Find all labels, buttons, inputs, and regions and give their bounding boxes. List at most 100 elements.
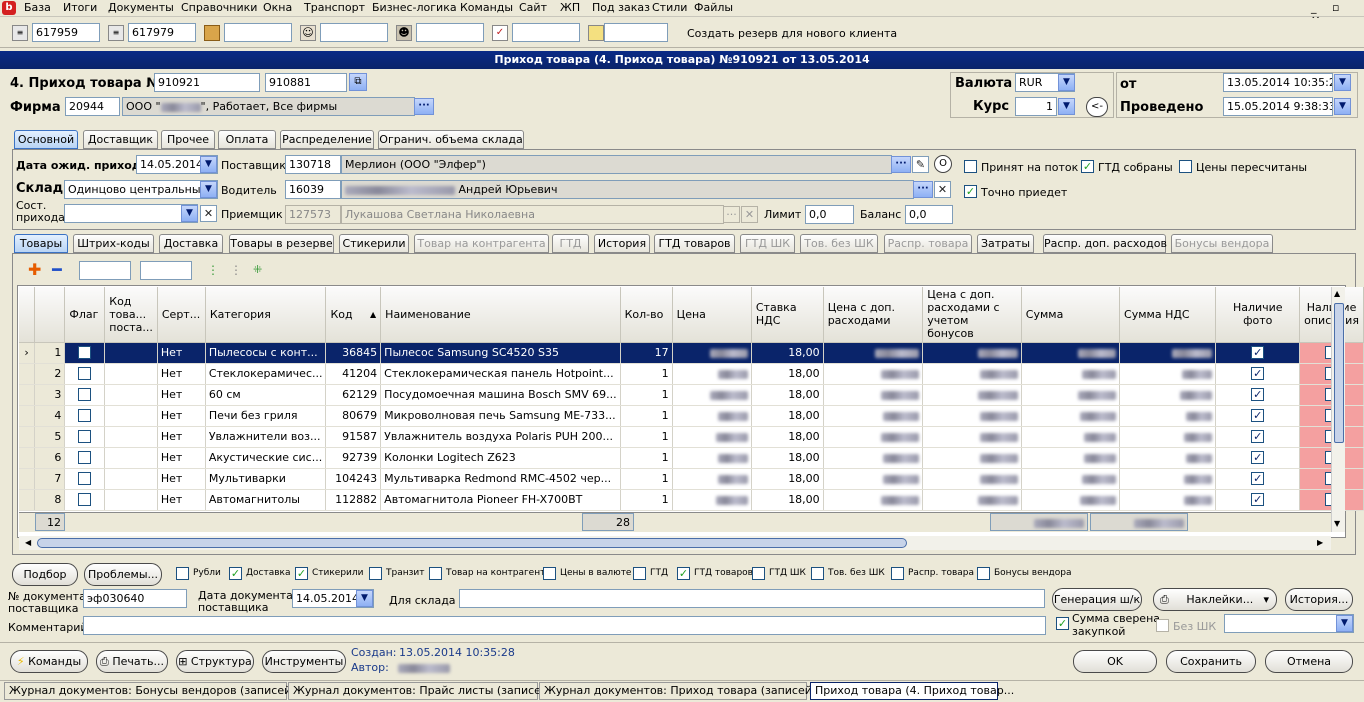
sub-tab[interactable]: Доставка	[159, 234, 223, 253]
column-header[interactable]: Сумма НДС	[1119, 287, 1217, 343]
table-row[interactable]: 2 Нет Стеклокерамичес... 41204 Стеклокерамич…	[19, 363, 1364, 385]
receiver-code-input[interactable]: 127573	[285, 205, 341, 224]
cell-price-bonus[interactable]	[922, 384, 1022, 406]
toolbar-field-1[interactable]: 617959	[32, 23, 100, 42]
bottom-select[interactable]	[1224, 614, 1354, 633]
sub-tab[interactable]: Штрих-коды	[73, 234, 154, 253]
flag-checkbox[interactable]	[78, 367, 92, 381]
sub-tab[interactable]: Товары	[14, 234, 68, 253]
cell-vat-rate[interactable]: 18,00	[751, 426, 824, 448]
ok-button[interactable]: OK	[1073, 650, 1157, 673]
grid-filter-2[interactable]	[140, 261, 192, 280]
driver-clear-icon[interactable]: ✕	[934, 181, 951, 198]
cell-cert[interactable]: Нет	[157, 426, 206, 448]
cell-sum[interactable]	[1021, 447, 1121, 469]
cell-code[interactable]: 80679	[325, 405, 382, 427]
print-button[interactable]: ⎙ Печать...	[96, 650, 168, 673]
photo-checkbox[interactable]: ✓	[1251, 451, 1265, 465]
state-clear-icon[interactable]: ✕	[200, 205, 217, 222]
sub-tab[interactable]: Тов. без ШК	[800, 234, 878, 253]
photo-checkbox[interactable]: ✓	[1251, 367, 1265, 381]
cell-category[interactable]: Акустические сис...	[205, 447, 327, 469]
cell-flag[interactable]	[64, 468, 106, 490]
cell-price[interactable]	[672, 342, 752, 364]
flag-checkbox[interactable]	[78, 493, 92, 507]
cell-sum-vat[interactable]	[1119, 489, 1217, 511]
from-date-input[interactable]: 13.05.2014 10:35:28	[1223, 73, 1333, 92]
table-row[interactable]: 7 Нет Мультиварки 104243 Мультиварка Redmond…	[19, 468, 1364, 490]
cell-price-extra[interactable]	[823, 447, 924, 469]
cell-category[interactable]: Увлажнители воз...	[205, 426, 327, 448]
bottom-select-dropdown-icon[interactable]: ▼	[1336, 615, 1353, 632]
arrive-checkbox[interactable]: ✓	[964, 185, 977, 198]
bottom-checkbox[interactable]: ✓	[295, 567, 308, 580]
cell-supplier-code[interactable]	[104, 447, 158, 469]
column-header[interactable]: Кол-во	[620, 287, 673, 343]
cell-sum[interactable]	[1021, 384, 1121, 406]
balance-input[interactable]: 0,0	[905, 205, 953, 224]
bottom-checkbox[interactable]	[811, 567, 824, 580]
add-row-icon[interactable]: ✚	[28, 262, 41, 278]
column-header[interactable]: Код ▲	[325, 287, 382, 343]
save-button[interactable]: Сохранить	[1166, 650, 1256, 673]
vscroll-thumb[interactable]	[1334, 303, 1344, 443]
cell-has-photo[interactable]: ✓	[1215, 363, 1301, 385]
top-tab[interactable]: Доставщик	[83, 130, 158, 149]
cell-has-photo[interactable]: ✓	[1215, 426, 1301, 448]
flag-checkbox[interactable]	[78, 388, 92, 402]
column-header[interactable]: Наименование	[380, 287, 621, 343]
cell-vat-rate[interactable]: 18,00	[751, 489, 824, 511]
cell-sum-vat[interactable]	[1119, 342, 1217, 364]
cell-price[interactable]	[672, 489, 752, 511]
supplier-circle-button[interactable]: O	[934, 155, 952, 173]
cell-sum-vat[interactable]	[1119, 363, 1217, 385]
cell-flag[interactable]	[64, 342, 106, 364]
cell-sum[interactable]	[1021, 363, 1121, 385]
column-header[interactable]: Сумма	[1021, 287, 1121, 343]
note-icon[interactable]	[588, 25, 604, 41]
menu-item[interactable]: Сайт	[519, 1, 547, 14]
doc2-icon[interactable]: ≡	[108, 25, 124, 41]
receiver-lookup-button[interactable]: ···	[723, 206, 740, 223]
cell-price-bonus[interactable]	[922, 447, 1022, 469]
cell-qty[interactable]: 1	[620, 363, 673, 385]
cell-category[interactable]: Печи без гриля	[205, 405, 327, 427]
limit-input[interactable]: 0,0	[805, 205, 854, 224]
cell-sum-vat[interactable]	[1119, 447, 1217, 469]
flag-checkbox[interactable]	[78, 409, 92, 423]
cell-cert[interactable]: Нет	[157, 489, 206, 511]
cell-supplier-code[interactable]	[104, 363, 158, 385]
select-button[interactable]: Подбор	[12, 563, 78, 586]
tree-all-icon[interactable]: ⁜	[253, 262, 262, 278]
bottom-checkbox[interactable]: ✓	[229, 567, 242, 580]
rate-back-button[interactable]: <-	[1086, 97, 1108, 117]
driver-code-input[interactable]: 16039	[285, 180, 341, 199]
table-row[interactable]: 4 Нет Печи без гриля 80679 Микроволновая печ…	[19, 405, 1364, 427]
create-reserve-label[interactable]: Создать резерв для нового клиента	[687, 27, 897, 40]
cell-sum-vat[interactable]	[1119, 426, 1217, 448]
toolbar-field-6[interactable]	[512, 23, 580, 42]
status-item[interactable]: Приход товара (4. Приход товар...	[810, 682, 1014, 700]
cell-name[interactable]: Колонки Logitech Z623	[380, 447, 621, 469]
labels-button[interactable]: ⎙ Наклейки... ▾	[1153, 588, 1277, 611]
supplier-doc-input[interactable]: эф030640	[83, 589, 187, 608]
gtd-collected-checkbox[interactable]: ✓	[1081, 160, 1094, 173]
column-header[interactable]: Ставка НДС	[751, 287, 824, 343]
hscroll-left-icon[interactable]: ◀	[25, 538, 31, 547]
sub-tab[interactable]: Распр. товара	[884, 234, 972, 253]
cell-name[interactable]: Мультиварка Redmond RMC-4502 чер...	[380, 468, 621, 490]
top-tab[interactable]: Огранич. объема склада	[378, 130, 524, 149]
cell-qty[interactable]: 17	[620, 342, 673, 364]
bottom-checkbox[interactable]	[429, 567, 442, 580]
cell-supplier-code[interactable]	[104, 384, 158, 406]
cell-name[interactable]: Микроволновая печь Samsung ME-733...	[380, 405, 621, 427]
cell-flag[interactable]	[64, 363, 106, 385]
cell-price-bonus[interactable]	[922, 468, 1022, 490]
cell-category[interactable]: 60 см	[205, 384, 327, 406]
driver-lookup-button[interactable]: ···	[913, 181, 933, 198]
cell-supplier-code[interactable]	[104, 489, 158, 511]
agent-icon[interactable]: ☻	[396, 25, 412, 41]
bottom-checkbox[interactable]	[752, 567, 765, 580]
menu-item[interactable]: ЖП	[560, 1, 580, 14]
prices-recalc-checkbox[interactable]	[1179, 160, 1192, 173]
